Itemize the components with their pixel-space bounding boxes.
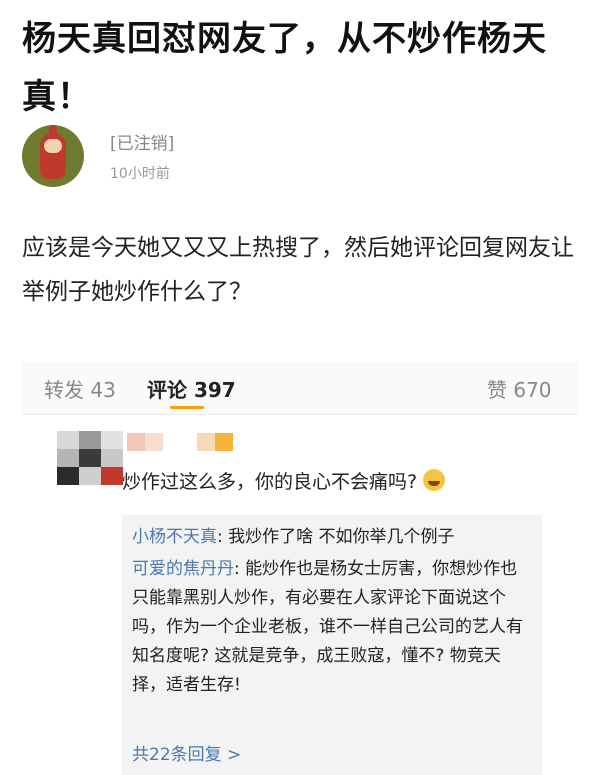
reply-text: : 我炒作了啥 不如你举几个例子 [217, 527, 455, 547]
comment-body: 炒作过这么多，你的良心不会痛吗? [122, 471, 418, 493]
author-row: [已注销] 10小时前 [22, 125, 422, 189]
teletubby-avatar-icon[interactable] [22, 125, 84, 187]
comment-item: 炒作过这么多，你的良心不会痛吗? 小杨不天真: 我炒作了啥 不如你举几个例子 可… [22, 415, 578, 775]
tab-comments[interactable]: 评论 397 [147, 374, 236, 403]
pixelated-avatar [57, 431, 123, 485]
pixelated-username [127, 433, 237, 451]
reply-item: 小杨不天真: 我炒作了啥 不如你举几个例子 [132, 523, 532, 552]
tab-repost[interactable]: 转发 43 [44, 374, 116, 403]
author-name[interactable]: [已注销] [110, 129, 174, 154]
reply-username[interactable]: 可爱的焦丹丹 [132, 559, 234, 579]
tab-bar: 转发 43 评论 397 赞 670 [22, 362, 578, 415]
more-replies-link[interactable]: 共22条回复 > [132, 740, 241, 765]
active-tab-indicator [170, 406, 204, 409]
reply-username[interactable]: 小杨不天真 [132, 527, 217, 547]
tab-likes[interactable]: 赞 670 [487, 374, 552, 403]
crying-emoji-icon [423, 469, 446, 491]
replies-box: 小杨不天真: 我炒作了啥 不如你举几个例子 可爱的焦丹丹: 能炒作也是杨女士厉害… [122, 515, 542, 775]
post-title: 杨天真回怼网友了，从不炒作杨天真！ [22, 19, 547, 117]
reply-text: : 能炒作也是杨女士厉害，你想炒作也只能靠黑别人炒作，有必要在人家评论下面说这个… [132, 559, 523, 695]
post-body: 应该是今天她又又又上热搜了，然后她评论回复网友让举例子她炒作什么了？ [22, 235, 574, 305]
reply-item: 可爱的焦丹丹: 能炒作也是杨女士厉害，你想炒作也只能靠黑别人炒作，有必要在人家评… [132, 555, 532, 700]
post-time: 10小时前 [110, 166, 170, 182]
weibo-screenshot-panel: 转发 43 评论 397 赞 670 炒作过这么多，你的良心不会痛吗? 小杨不天… [22, 362, 578, 775]
comment-text: 炒作过这么多，你的良心不会痛吗? [122, 467, 446, 494]
